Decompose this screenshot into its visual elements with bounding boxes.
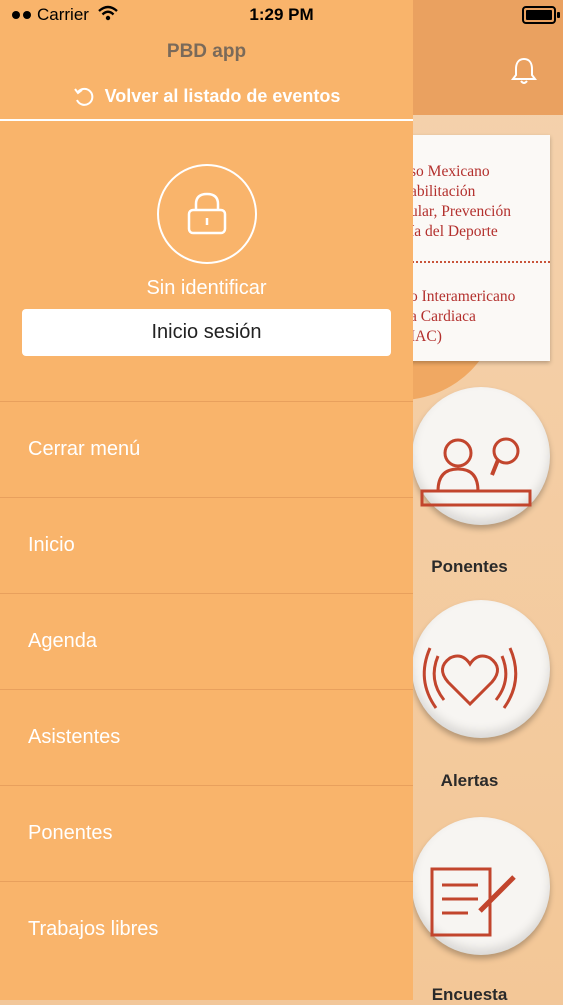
menu-item-trabajos-libres[interactable]: Trabajos libres (0, 881, 413, 977)
menu-item-agenda[interactable]: Agenda (0, 593, 413, 689)
back-to-events-label: Volver al listado de eventos (104, 86, 341, 106)
survey-icon (430, 867, 516, 937)
side-drawer: PBD app Volver al listado de eventos Sin… (0, 0, 413, 1000)
battery-icon (522, 6, 560, 24)
ponentes-button[interactable] (412, 387, 550, 525)
menu-item-label: Ponentes (28, 822, 113, 844)
ponentes-label: Ponentes (431, 557, 508, 576)
banner-line: o Interamericano (410, 288, 516, 305)
back-to-events-link[interactable]: Volver al listado de eventos (0, 86, 413, 110)
lock-avatar (157, 164, 257, 264)
menu-item-inicio[interactable]: Inicio (0, 497, 413, 593)
divider (0, 119, 413, 121)
banner-line: so Mexicano (410, 163, 490, 180)
banner-line: IAC) (410, 328, 442, 345)
drawer-menu: Cerrar menú Inicio Agenda Asistentes Pon… (0, 401, 413, 977)
alertas-button[interactable] (412, 600, 550, 738)
alertas-label: Alertas (440, 771, 499, 790)
status-time: 1:29 PM (249, 5, 314, 24)
menu-item-label: Trabajos libres (28, 918, 159, 940)
menu-item-label: Agenda (28, 630, 97, 652)
menu-item-cerrar-menu[interactable]: Cerrar menú (0, 401, 413, 497)
heart-alert-icon (422, 647, 518, 709)
menu-item-label: Asistentes (28, 726, 121, 748)
event-banner[interactable]: so Mexicano abilitación ular, Prevención… (392, 135, 550, 361)
login-button[interactable]: Inicio sesión (22, 309, 391, 356)
banner-line: a Cardiaca (410, 308, 476, 325)
status-bar: Carrier 1:29 PM (0, 0, 563, 30)
speaker-icon (420, 437, 532, 507)
encuesta-button[interactable] (412, 817, 550, 955)
banner-line: ía del Deporte (410, 223, 498, 240)
refresh-icon (73, 88, 93, 107)
banner-line: abilitación (410, 183, 476, 200)
bell-icon[interactable] (508, 55, 540, 87)
menu-item-ponentes[interactable]: Ponentes (0, 785, 413, 881)
user-status: Sin identificar (146, 277, 267, 299)
menu-item-label: Inicio (28, 534, 75, 556)
lock-icon (187, 192, 227, 235)
menu-item-asistentes[interactable]: Asistentes (0, 689, 413, 785)
app-title: PBD app (166, 41, 247, 62)
banner-divider (412, 261, 550, 269)
encuesta-label: Encuesta (431, 985, 508, 1004)
banner-line: ular, Prevención (410, 203, 511, 220)
menu-item-label: Cerrar menú (28, 438, 141, 460)
